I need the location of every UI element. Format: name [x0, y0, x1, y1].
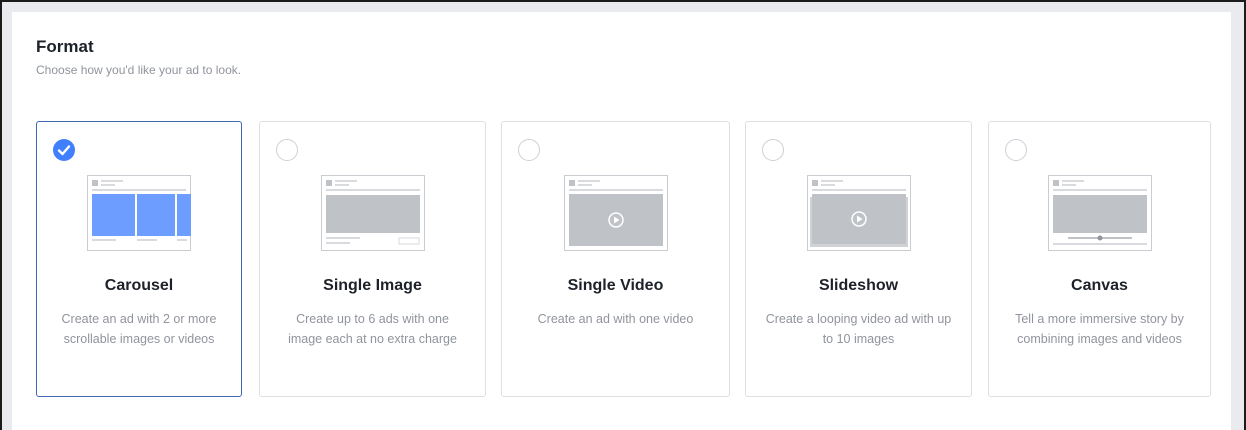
- checkmark-icon[interactable]: [53, 139, 75, 161]
- slideshow-icon: [806, 175, 911, 251]
- format-card-slideshow[interactable]: Slideshow Create a looping video ad with…: [745, 121, 972, 397]
- card-title: Single Image: [323, 277, 422, 294]
- card-description: Create an ad with one video: [537, 312, 694, 326]
- card-description: Create up to 6 ads with one image each a…: [288, 312, 457, 346]
- single-image-icon: [320, 175, 425, 251]
- radio-icon[interactable]: [518, 139, 540, 161]
- card-title: Slideshow: [818, 277, 899, 294]
- card-description: Tell a more immersive story by combining…: [1015, 312, 1184, 346]
- format-card-canvas[interactable]: Canvas Tell a more immersive story by co…: [988, 121, 1211, 397]
- card-title: Canvas: [1071, 277, 1128, 294]
- format-card-carousel[interactable]: Carousel Create an ad with 2 or more scr…: [36, 121, 242, 397]
- format-card-single-image[interactable]: Single Image Create up to 6 ads with one…: [259, 121, 486, 397]
- format-subtitle: Choose how you'd like your ad to look.: [36, 63, 242, 77]
- card-description: Create a looping video ad with up to 10 …: [765, 312, 952, 346]
- card-description: Create an ad with 2 or more scrollable i…: [61, 312, 217, 346]
- single-video-icon: [563, 175, 668, 251]
- carousel-icon: [87, 175, 191, 251]
- card-title: Single Video: [567, 277, 664, 294]
- format-card-single-video[interactable]: Single Video Create an ad with one video: [501, 121, 730, 397]
- format-title: Format: [36, 37, 94, 56]
- canvas-icon: [1047, 175, 1152, 251]
- format-panel: Format Choose how you'd like your ad to …: [12, 12, 1231, 430]
- card-title: Carousel: [104, 277, 174, 294]
- radio-icon[interactable]: [762, 139, 784, 161]
- radio-icon[interactable]: [276, 139, 298, 161]
- radio-icon[interactable]: [1005, 139, 1027, 161]
